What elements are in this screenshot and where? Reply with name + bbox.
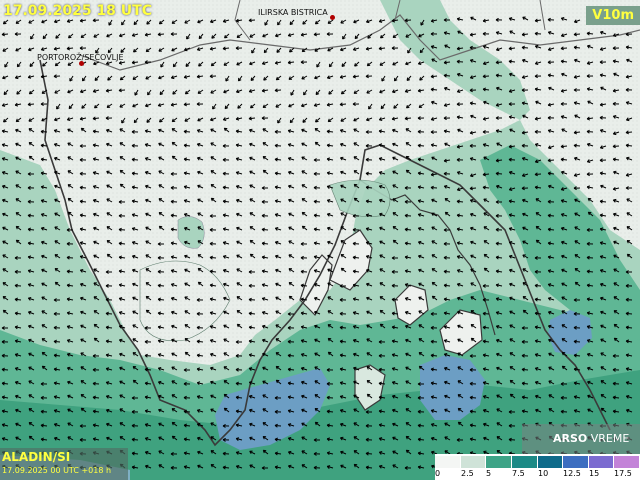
legend-swatch [537, 456, 564, 468]
legend-color-bar [435, 456, 640, 468]
arso-logo: ARSO VREME [553, 432, 629, 445]
legend-label: 15 [589, 469, 600, 478]
island [177, 216, 205, 249]
map-canvas [0, 0, 640, 480]
legend-label: 0 [435, 469, 441, 478]
logo-bold: ARSO [553, 432, 588, 445]
parameter-label: V10m [586, 6, 640, 25]
legend-label: 7.5 [512, 469, 525, 478]
valid-time: 17.09.2025 18 UTC [3, 3, 152, 19]
city-label: ILIRSKA BISTRICA [258, 8, 328, 17]
legend-label: 12.5 [563, 469, 581, 478]
logo-rest: VREME [590, 432, 630, 445]
legend-swatch [460, 456, 487, 468]
legend-swatch [614, 456, 640, 468]
legend-label: 17.5 [614, 469, 632, 478]
legend-label: 10 [538, 469, 549, 478]
city-portoroz: PORTOROŽ/SEČOVLJE [37, 53, 124, 66]
model-name: ALADIN/SI [2, 450, 71, 464]
legend-swatch [486, 456, 512, 468]
legend-swatch [511, 456, 538, 468]
legend-label: 2.5 [461, 469, 474, 478]
legend-label: 5 [486, 469, 492, 478]
city-ilirska-bistrica: ILIRSKA BISTRICA [258, 8, 335, 20]
legend-swatch [588, 456, 615, 468]
legend: 0 2.5 5 7.5 10 12.5 15 17.5 [435, 454, 640, 480]
legend-swatch [435, 456, 461, 468]
city-dot-icon [330, 15, 335, 20]
run-info: 17.09.2025 00 UTC +018 h [2, 466, 112, 475]
map-view[interactable]: 17.09.2025 18 UTC V10m ILIRSKA BISTRICA … [0, 0, 640, 480]
city-dot-icon [79, 61, 84, 66]
legend-swatch [563, 456, 589, 468]
